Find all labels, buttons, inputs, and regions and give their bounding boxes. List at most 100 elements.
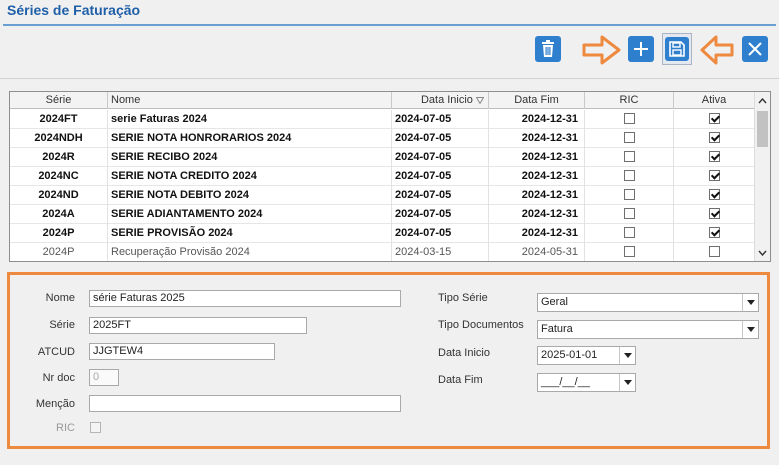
data-inicio-picker[interactable]: 2025-01-01 bbox=[537, 346, 636, 365]
column-header-ric[interactable]: RIC bbox=[585, 92, 674, 109]
cell-data-fim: 2024-12-31 bbox=[489, 110, 585, 129]
table-row[interactable]: 2024R SERIE RECIBO 2024 2024-07-05 2024-12-… bbox=[10, 148, 755, 167]
chevron-down-icon bbox=[619, 347, 635, 364]
toolbar-separator bbox=[0, 78, 779, 79]
nome-field[interactable]: série Faturas 2025 bbox=[89, 290, 401, 307]
tipo-serie-select[interactable]: Geral bbox=[537, 293, 759, 312]
cell-serie: 2024NC bbox=[10, 167, 108, 186]
plus-icon bbox=[634, 42, 648, 56]
ativa-checkbox[interactable] bbox=[708, 226, 720, 238]
ativa-checkbox[interactable] bbox=[708, 188, 720, 200]
data-fim-picker[interactable]: ___/__/__ bbox=[537, 373, 636, 392]
serie-field[interactable]: 2025FT bbox=[89, 317, 307, 334]
delete-button[interactable] bbox=[533, 33, 563, 65]
cell-data-inicio: 2024-07-05 bbox=[392, 129, 489, 148]
chevron-down-icon bbox=[758, 250, 767, 256]
table-body: 2024FT serie Faturas 2024 2024-07-05 2024-1… bbox=[10, 110, 755, 261]
table-row[interactable]: 2024A SERIE ADIANTAMENTO 2024 2024-07-05 20… bbox=[10, 205, 755, 224]
ativa-checkbox[interactable] bbox=[708, 169, 720, 181]
cell-serie: 2024ND bbox=[10, 186, 108, 205]
table-row[interactable]: 2024P Recuperação Provisão 2024 2024-03-15… bbox=[10, 243, 755, 261]
ativa-checkbox[interactable] bbox=[708, 245, 720, 257]
column-header-data-fim[interactable]: Data Fim bbox=[489, 92, 585, 109]
cell-data-fim: 2024-12-31 bbox=[489, 129, 585, 148]
cell-data-fim: 2024-12-31 bbox=[489, 186, 585, 205]
series-table[interactable]: Série Nome Data Inicio Data Fim RIC Ativ… bbox=[9, 91, 771, 262]
cell-ativa bbox=[674, 205, 755, 224]
cell-ric bbox=[585, 167, 674, 186]
cell-data-fim: 2024-12-31 bbox=[489, 224, 585, 243]
nr-doc-label: Nr doc bbox=[42, 372, 75, 384]
title-underline bbox=[3, 24, 776, 26]
chevron-down-icon bbox=[619, 374, 635, 391]
cell-serie: 2024P bbox=[10, 224, 108, 243]
cell-ativa bbox=[674, 148, 755, 167]
nr-doc-field[interactable]: 0 bbox=[89, 369, 119, 386]
scroll-thumb[interactable] bbox=[757, 111, 768, 147]
cell-data-inicio: 2024-07-05 bbox=[392, 110, 489, 129]
page-title: Séries de Faturação bbox=[7, 2, 141, 18]
ric-checkbox[interactable] bbox=[623, 112, 635, 124]
table-row[interactable]: 2024FT serie Faturas 2024 2024-07-05 2024-1… bbox=[10, 110, 755, 129]
column-header-ativa[interactable]: Ativa bbox=[674, 92, 755, 109]
ric-checkbox[interactable] bbox=[623, 188, 635, 200]
cell-ativa bbox=[674, 224, 755, 243]
table-row[interactable]: 2024NDH SERIE NOTA HONRORARIOS 2024 2024-0… bbox=[10, 129, 755, 148]
cell-nome: serie Faturas 2024 bbox=[108, 110, 392, 129]
cell-nome: SERIE NOTA CREDITO 2024 bbox=[108, 167, 392, 186]
tipo-documentos-label: Tipo Documentos bbox=[438, 319, 524, 331]
cell-ric bbox=[585, 148, 674, 167]
ric-checkbox[interactable] bbox=[623, 226, 635, 238]
cell-ric bbox=[585, 243, 674, 261]
cell-serie: 2024NDH bbox=[10, 129, 108, 148]
ric-checkbox[interactable] bbox=[623, 169, 635, 181]
ric-checkbox[interactable] bbox=[623, 150, 635, 162]
chevron-up-icon bbox=[758, 97, 767, 103]
table-row[interactable]: 2024P SERIE PROVISÃO 2024 2024-07-05 2024-1… bbox=[10, 224, 755, 243]
cell-ric bbox=[585, 129, 674, 148]
data-fim-value: ___/__/__ bbox=[541, 376, 590, 388]
close-icon bbox=[748, 42, 762, 56]
cell-nome: Recuperação Provisão 2024 bbox=[108, 243, 392, 261]
scroll-down-button[interactable] bbox=[755, 244, 770, 261]
chevron-down-icon bbox=[742, 321, 758, 338]
ativa-checkbox[interactable] bbox=[708, 131, 720, 143]
cell-data-fim: 2024-05-31 bbox=[489, 243, 585, 261]
cell-ativa bbox=[674, 243, 755, 261]
cell-data-inicio: 2024-07-05 bbox=[392, 205, 489, 224]
cell-ativa bbox=[674, 167, 755, 186]
cell-nome: SERIE NOTA DEBITO 2024 bbox=[108, 186, 392, 205]
ativa-checkbox[interactable] bbox=[708, 112, 720, 124]
ativa-checkbox[interactable] bbox=[708, 150, 720, 162]
ric-checkbox[interactable] bbox=[623, 207, 635, 219]
mencao-label: Menção bbox=[35, 398, 75, 410]
ativa-checkbox[interactable] bbox=[708, 207, 720, 219]
cell-data-inicio: 2024-07-05 bbox=[392, 224, 489, 243]
scroll-up-button[interactable] bbox=[755, 92, 770, 109]
column-header-data-inicio-label: Data Inicio bbox=[420, 94, 473, 106]
sort-desc-icon bbox=[475, 96, 485, 105]
table-scrollbar[interactable] bbox=[754, 92, 770, 261]
mencao-field[interactable] bbox=[89, 395, 401, 412]
tipo-documentos-select[interactable]: Fatura bbox=[537, 320, 759, 339]
cell-data-fim: 2024-12-31 bbox=[489, 205, 585, 224]
ric-checkbox[interactable] bbox=[623, 131, 635, 143]
save-button[interactable] bbox=[662, 33, 692, 65]
add-button[interactable] bbox=[626, 33, 656, 65]
cell-nome: SERIE ADIANTAMENTO 2024 bbox=[108, 205, 392, 224]
ric-checkbox[interactable] bbox=[623, 245, 635, 257]
atcud-field[interactable]: JJGTEW4 bbox=[89, 343, 275, 360]
table-row[interactable]: 2024NC SERIE NOTA CREDITO 2024 2024-07-05 2… bbox=[10, 167, 755, 186]
ric-checkbox[interactable] bbox=[90, 422, 101, 433]
column-header-nome[interactable]: Nome bbox=[108, 92, 392, 109]
ric-label: RIC bbox=[56, 422, 75, 434]
cell-ric bbox=[585, 186, 674, 205]
cell-serie: 2024FT bbox=[10, 110, 108, 129]
column-header-serie[interactable]: Série bbox=[10, 92, 108, 109]
trash-icon bbox=[542, 40, 554, 57]
column-header-data-inicio[interactable]: Data Inicio bbox=[392, 92, 489, 109]
table-header: Série Nome Data Inicio Data Fim RIC Ativ… bbox=[10, 92, 755, 109]
table-row[interactable]: 2024ND SERIE NOTA DEBITO 2024 2024-07-05 20… bbox=[10, 186, 755, 205]
close-button[interactable] bbox=[740, 33, 770, 65]
cell-nome: SERIE PROVISÃO 2024 bbox=[108, 224, 392, 243]
